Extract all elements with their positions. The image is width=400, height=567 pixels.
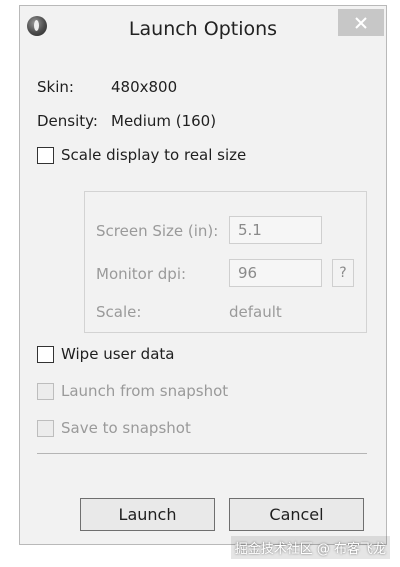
density-label: Density: (37, 112, 98, 130)
density-value: Medium (160) (111, 112, 217, 130)
dialog-title: Launch Options (128, 18, 278, 40)
screen-size-input[interactable]: 5.1 (229, 216, 322, 244)
close-icon (355, 16, 367, 29)
close-button[interactable] (338, 9, 384, 36)
screen-size-label: Screen Size (in): (96, 222, 219, 240)
save-to-snapshot-label[interactable]: Save to snapshot (61, 419, 191, 437)
scale-settings-group: Screen Size (in): 5.1 Monitor dpi: 96 ? … (84, 191, 367, 333)
wipe-user-data-checkbox[interactable] (37, 346, 54, 363)
save-to-snapshot-checkbox[interactable] (37, 420, 54, 437)
cancel-button[interactable]: Cancel (229, 498, 364, 531)
launch-options-dialog: Launch Options Skin: 480x800 Density: Me… (19, 5, 387, 545)
launch-button[interactable]: Launch (80, 498, 215, 531)
scale-display-label[interactable]: Scale display to real size (61, 146, 246, 164)
skin-value: 480x800 (111, 78, 178, 96)
launch-from-snapshot-label[interactable]: Launch from snapshot (61, 382, 228, 400)
watermark: 掘金技术社区 @ 布客飞龙 (230, 536, 390, 559)
scale-display-checkbox[interactable] (37, 147, 54, 164)
skin-label: Skin: (37, 78, 74, 96)
dpi-help-button[interactable]: ? (332, 259, 354, 287)
monitor-dpi-label: Monitor dpi: (96, 265, 187, 283)
divider (37, 453, 367, 454)
monitor-dpi-input[interactable]: 96 (229, 259, 322, 287)
scale-value: default (229, 303, 282, 321)
scale-label: Scale: (96, 303, 142, 321)
wipe-user-data-label[interactable]: Wipe user data (61, 345, 174, 363)
launch-from-snapshot-checkbox[interactable] (37, 383, 54, 400)
